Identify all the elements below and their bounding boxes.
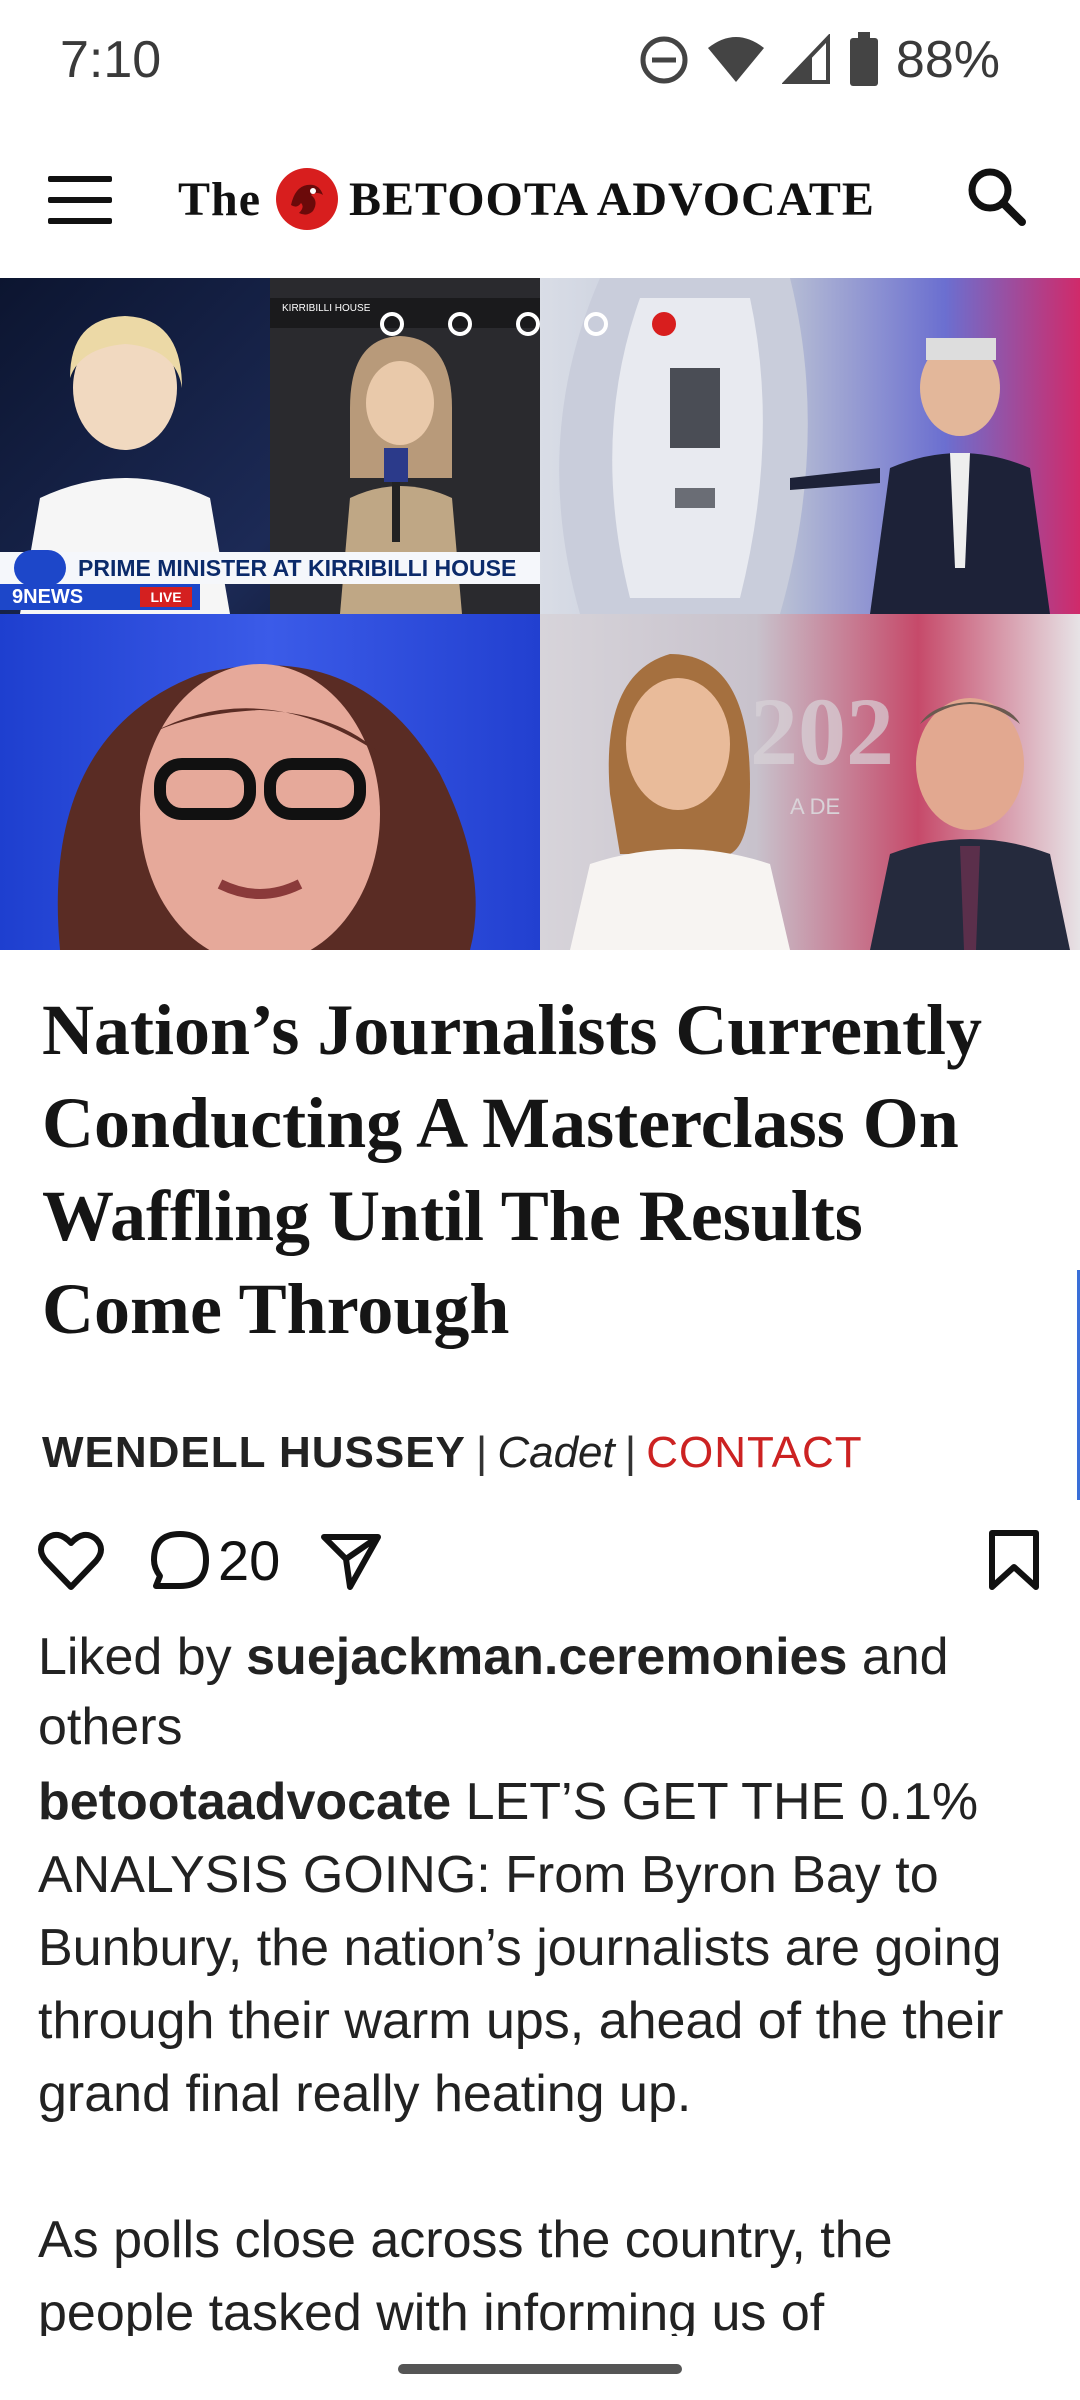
check-icon: [14, 550, 66, 586]
app-header: The BETOOTA ADVOCATE: [0, 120, 1080, 280]
carousel-dot-1[interactable]: [380, 312, 404, 336]
author-name[interactable]: WENDELL HUSSEY: [42, 1428, 466, 1477]
presenters-illustration: 202 A DE: [570, 654, 1070, 950]
commentator-illustration: [57, 664, 476, 950]
caption-account-link[interactable]: betootaadvocate: [38, 1773, 451, 1831]
hero-image-carousel[interactable]: KIRRIBILLI HOUSE PRIME MINISTER AT KIRRI…: [0, 278, 1080, 950]
status-time: 7:10: [60, 31, 162, 89]
search-icon[interactable]: [962, 162, 1032, 232]
liked-by-text: Liked by suejackman.ceremonies and other…: [38, 1622, 1048, 1762]
hamburger-menu-icon[interactable]: [48, 168, 112, 232]
battery-icon: [849, 32, 878, 86]
hero-panel-presenters: 202 A DE: [540, 614, 1080, 950]
logo-the: The: [178, 172, 262, 226]
share-button[interactable]: [320, 1524, 382, 1596]
status-icons: 88%: [638, 30, 1000, 90]
comment-count: 20: [218, 1528, 281, 1592]
bookmark-button[interactable]: [986, 1524, 1042, 1596]
heart-icon: [38, 1531, 104, 1590]
battery-percentage: 88%: [895, 31, 1000, 89]
carousel-dot-5[interactable]: [652, 312, 676, 336]
wifi-icon: [707, 37, 764, 82]
contact-link[interactable]: CONTACT: [646, 1428, 862, 1477]
article-headline: Nation’s Journalists Currently Conductin…: [42, 990, 983, 1349]
hero-panel-commentator: [0, 614, 540, 950]
logo-emblem-icon: [276, 168, 339, 230]
liked-prefix: Liked by: [38, 1628, 247, 1686]
share-icon: [321, 1534, 381, 1590]
comment-button[interactable]: 20: [148, 1524, 280, 1596]
carousel-dot-4[interactable]: [584, 312, 608, 336]
bg-year-text: 202: [750, 678, 894, 785]
news-ticker: PRIME MINISTER AT KIRRIBILLI HOUSE 9NEWS…: [0, 550, 540, 610]
carousel-dot-2[interactable]: [448, 312, 472, 336]
byline-separator-2: |: [624, 1428, 637, 1477]
home-gesture-bar[interactable]: [398, 2364, 682, 2374]
post-actions: 20: [38, 1524, 1042, 1596]
status-bar: 7:10 88%: [0, 0, 1080, 120]
signal-icon: [781, 34, 830, 84]
live-badge: LIVE: [140, 587, 192, 607]
carousel-pagination: [380, 312, 676, 336]
carousel-dot-3[interactable]: [516, 312, 540, 336]
article-byline: WENDELL HUSSEY | Cadet | CONTACT: [42, 1428, 863, 1478]
bg-sub-text: A DE: [790, 794, 840, 819]
logo-name: BETOOTA ADVOCATE: [349, 172, 875, 226]
article-paragraph: As polls close across the country, the p…: [38, 2211, 893, 2336]
ticker-headline: PRIME MINISTER AT KIRRIBILLI HOUSE: [0, 552, 540, 584]
byline-separator: |: [475, 1428, 488, 1477]
do-not-disturb-icon: [640, 36, 688, 84]
site-logo[interactable]: The BETOOTA ADVOCATE: [178, 160, 875, 238]
like-button[interactable]: [38, 1524, 104, 1596]
comment-icon: [151, 1531, 209, 1589]
location-tag: KIRRIBILLI HOUSE: [282, 303, 371, 314]
post-caption: betootaadvocate LET’S GET THE 0.1% ANALY…: [38, 1766, 1048, 2131]
liked-user-link[interactable]: suejackman.ceremonies: [246, 1628, 847, 1686]
author-role: Cadet: [497, 1428, 615, 1477]
bookmark-icon: [989, 1530, 1039, 1590]
